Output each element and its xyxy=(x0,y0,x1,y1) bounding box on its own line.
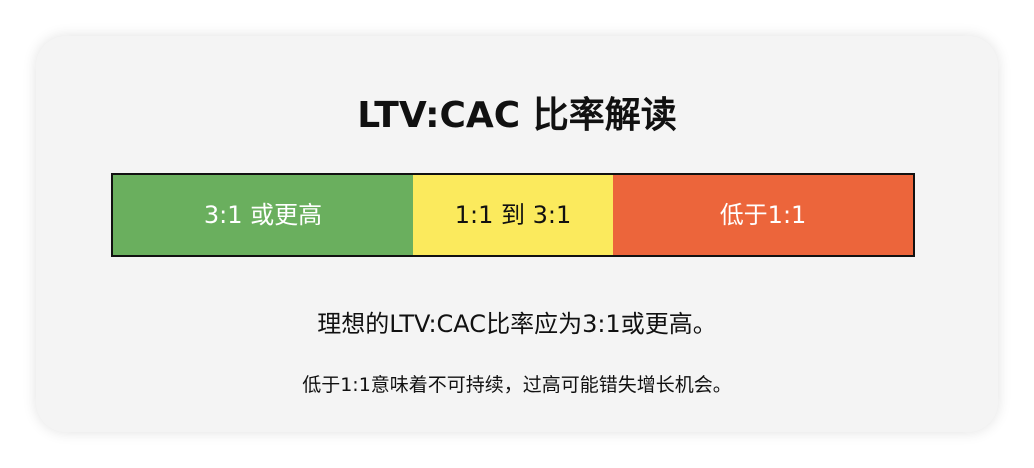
page-title: LTV:CAC 比率解读 xyxy=(357,95,677,136)
primary-description: 理想的LTV:CAC比率应为3:1或更高。 xyxy=(317,310,717,338)
ratio-card: LTV:CAC 比率解读 3:1 或更高 1:1 到 3:1 低于1:1 理想的… xyxy=(36,36,998,432)
segment-unsustainable: 低于1:1 xyxy=(613,175,913,255)
segment-moderate: 1:1 到 3:1 xyxy=(413,175,613,255)
ratio-scale-bar: 3:1 或更高 1:1 到 3:1 低于1:1 xyxy=(111,173,915,257)
secondary-description: 低于1:1意味着不可持续，过高可能错失增长机会。 xyxy=(302,374,732,396)
segment-healthy: 3:1 或更高 xyxy=(113,175,413,255)
